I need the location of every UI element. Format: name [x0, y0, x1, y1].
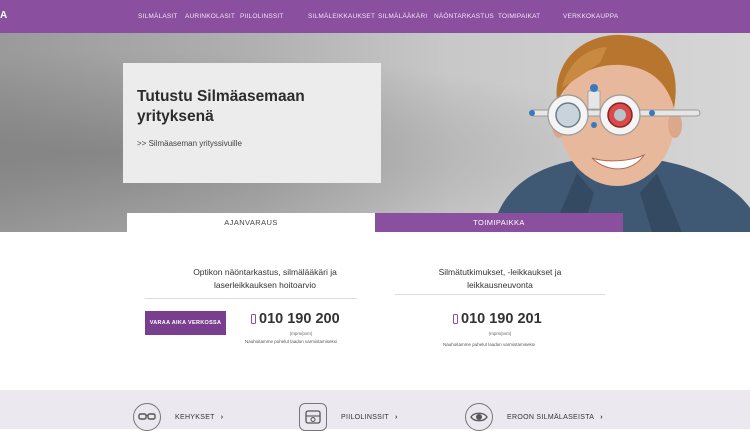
contact-lenses-link-label: PIILOLINSSIT: [341, 414, 389, 421]
nav-item-piilolinssit[interactable]: PIILOLINSSIT: [240, 13, 284, 20]
nav-item-silmalasit[interactable]: SILMÄLASIT: [138, 13, 178, 20]
hero-banner: Tutustu Silmäasemaan yrityksenä >> Silmä…: [0, 33, 750, 232]
booking-heading: Optikon näöntarkastus, silmälääkäri ja l…: [145, 266, 385, 291]
contact-lens-case-icon: [299, 403, 327, 431]
quick-links-bar: [0, 390, 750, 429]
book-online-button[interactable]: VARAA AIKA VERKOSSA: [145, 311, 226, 335]
booking-heading-line1: Optikon näöntarkastus, silmälääkäri ja: [193, 267, 337, 277]
company-pages-link[interactable]: >> Silmäaseman yrityssivuille: [137, 139, 242, 148]
chevron-right-icon: ›: [394, 414, 398, 421]
call-price: (mpm/pvm): [488, 331, 512, 336]
surgery-heading: Silmätutkimukset, -leikkaukset ja leikka…: [395, 266, 605, 291]
tab-toimipaikka[interactable]: TOIMIPAIKKA: [375, 213, 623, 232]
contact-lenses-link[interactable]: PIILOLINSSIT ›: [341, 414, 398, 421]
person-with-trial-frame-illustration: [492, 34, 750, 232]
nav-item-silmaleikkaukset[interactable]: SILMÄLEIKKAUKSET: [308, 13, 375, 20]
laser-surgery-link[interactable]: EROON SILMÄLASEISTA ›: [507, 414, 603, 421]
glasses-icon: [133, 403, 161, 431]
top-navigation: A SILMÄLASIT AURINKOLASIT PIILOLINSSIT S…: [0, 0, 750, 33]
tab-ajanvaraus[interactable]: AJANVARAUS: [127, 213, 375, 232]
surgery-heading-line1: Silmätutkimukset, -leikkaukset ja: [438, 267, 562, 277]
phone-number-link[interactable]: 010 190 200: [251, 311, 340, 327]
nav-item-naontarkastus[interactable]: NÄÖNTARKASTUS: [434, 13, 494, 20]
laser-surgery-link-label: EROON SILMÄLASEISTA: [507, 414, 595, 421]
phone-number-link[interactable]: 010 190 201: [453, 311, 542, 327]
divider: [395, 294, 605, 295]
logo[interactable]: A: [0, 10, 8, 21]
frames-link[interactable]: KEHYKSET ›: [175, 414, 223, 421]
nav-item-aurinkolasit[interactable]: AURINKOLASIT: [185, 13, 235, 20]
phone-icon: [453, 314, 458, 324]
surgery-heading-line2: leikkausneuvonta: [467, 279, 533, 290]
divider: [145, 298, 357, 299]
eye-icon: [465, 403, 493, 431]
nav-item-silmalaakari[interactable]: SILMÄLÄÄKÄRI: [378, 13, 427, 20]
hero-card: Tutustu Silmäasemaan yrityksenä >> Silmä…: [123, 63, 381, 183]
call-price: (mpm/pvm): [289, 331, 313, 336]
nav-item-toimipaikat[interactable]: TOIMIPAIKAT: [498, 13, 540, 20]
phone-number: 010 190 201: [461, 311, 542, 327]
chevron-right-icon: ›: [600, 414, 603, 421]
nav-item-verkkokauppa[interactable]: VERKKOKAUPPA: [563, 13, 618, 20]
recording-note: Nauhoitamme puhelut laadun varmistamisek…: [443, 342, 536, 347]
recording-note: Nauhoitamme puhelut laadun varmistamisek…: [245, 339, 338, 344]
hero-title: Tutustu Silmäasemaan yrityksenä: [137, 88, 305, 125]
phone-number: 010 190 200: [259, 311, 340, 327]
booking-heading-line2: laserleikkauksen hoitoarvio: [213, 279, 317, 290]
chevron-right-icon: ›: [220, 414, 224, 421]
phone-icon: [251, 314, 256, 324]
frames-link-label: KEHYKSET: [175, 414, 215, 421]
